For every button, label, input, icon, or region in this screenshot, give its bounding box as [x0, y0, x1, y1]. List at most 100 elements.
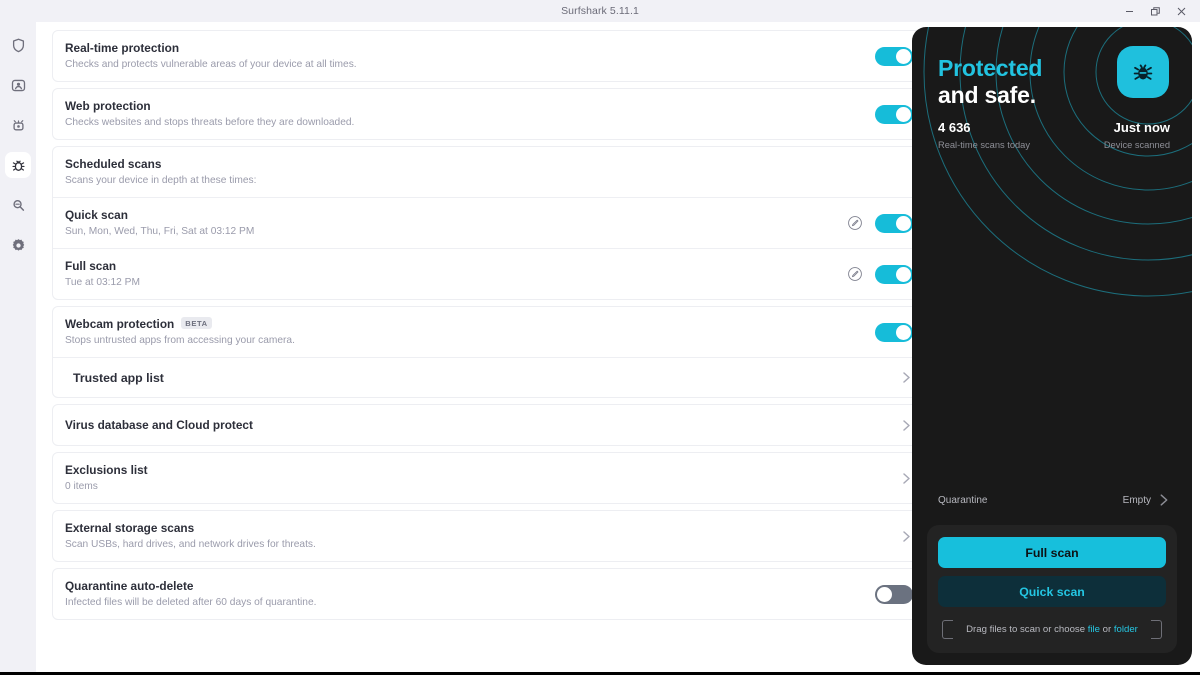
row-texts: Virus database and Cloud protect — [65, 417, 887, 433]
stat-realtime-scans: 4 636 Real-time scans today — [938, 119, 1030, 152]
card-web-protection: Web protection Checks websites and stops… — [52, 88, 932, 140]
minimize-button[interactable] — [1116, 0, 1142, 22]
chevron-right-icon — [899, 418, 913, 432]
dropzone-middle: or — [1099, 623, 1114, 635]
card-virus-database: Virus database and Cloud protect — [52, 404, 932, 446]
file-dropzone[interactable]: Drag files to scan or choose file or fol… — [938, 616, 1166, 642]
row-web-protection[interactable]: Web protection Checks websites and stops… — [53, 89, 931, 139]
sidebar-item-antivirus[interactable] — [5, 152, 31, 178]
row-texts: Quarantine auto-delete Infected files wi… — [65, 578, 863, 610]
quarantine-auto-subtitle: Infected files will be deleted after 60 … — [65, 597, 317, 608]
status-badge-beta: BETA — [181, 317, 212, 329]
quick-scan-button[interactable]: Quick scan — [938, 576, 1166, 607]
close-icon — [1177, 7, 1185, 15]
row-texts: Full scan Tue at 03:12 PM — [65, 258, 838, 290]
alert-icon — [12, 119, 24, 130]
row-quick-scan-schedule[interactable]: Quick scan Sun, Mon, Wed, Thu, Fri, Sat … — [53, 197, 931, 248]
stat-row: 4 636 Real-time scans today Just now Dev… — [938, 119, 1170, 152]
dropzone-bracket-right-icon — [1151, 620, 1162, 639]
magnifier-icon — [12, 199, 24, 211]
quarantine-auto-toggle[interactable] — [875, 584, 913, 604]
realtime-subtitle: Checks and protects vulnerable areas of … — [65, 59, 357, 70]
row-texts: Scheduled scans Scans your device in dep… — [65, 156, 913, 188]
row-exclusions-list[interactable]: Exclusions list 0 items — [53, 453, 931, 503]
chevron-right-icon — [1158, 493, 1170, 507]
webcam-title-wrap: Webcam protection BETA — [65, 316, 863, 332]
row-webcam-protection[interactable]: Webcam protection BETA Stops untrusted a… — [53, 307, 931, 357]
toggle-knob — [896, 266, 911, 282]
status-stats: 4 636 Real-time scans today Just now Dev… — [938, 119, 1170, 152]
sidebar-item-alert[interactable] — [5, 112, 31, 138]
row-texts: Web protection Checks websites and stops… — [65, 98, 863, 130]
realtime-toggle[interactable] — [875, 46, 913, 66]
person-card-icon — [11, 79, 25, 91]
sidebar-item-search[interactable] — [5, 192, 31, 218]
trusted-app-list-label: Trusted app list — [73, 370, 164, 385]
chevron-right-icon — [899, 371, 913, 385]
status-panel-content: Protected and safe. 4 636 Real-time scan… — [912, 27, 1192, 665]
full-scan-edit-button[interactable] — [846, 266, 863, 283]
row-texts: External storage scans Scan USBs, hard d… — [65, 520, 887, 552]
quick-scan-toggle[interactable] — [875, 213, 913, 233]
row-quarantine-auto-delete[interactable]: Quarantine auto-delete Infected files wi… — [53, 569, 931, 619]
row-texts: Real-time protection Checks and protects… — [65, 40, 863, 72]
toggle-knob — [896, 215, 911, 231]
external-storage-subtitle: Scan USBs, hard drives, and network driv… — [65, 539, 316, 550]
dropzone-bracket-left-icon — [942, 620, 953, 639]
web-title: Web protection — [65, 99, 151, 113]
status-headline-line2: and safe. — [938, 82, 1036, 108]
full-scan-toggle[interactable] — [875, 264, 913, 284]
restore-button[interactable] — [1142, 0, 1168, 22]
quick-scan-edit-button[interactable] — [846, 215, 863, 232]
quarantine-value: Empty — [1122, 494, 1151, 506]
sidebar-item-alternative-id[interactable] — [5, 72, 31, 98]
chevron-right-icon — [899, 529, 913, 543]
full-scan-button[interactable]: Full scan — [938, 537, 1166, 568]
row-texts: Quick scan Sun, Mon, Wed, Thu, Fri, Sat … — [65, 207, 838, 239]
full-scan-schedule: Tue at 03:12 PM — [65, 277, 140, 288]
webcam-title: Webcam protection — [65, 317, 175, 331]
toggle-knob — [877, 586, 892, 602]
card-scheduled-scans: Scheduled scans Scans your device in dep… — [52, 146, 932, 300]
quick-scan-schedule: Sun, Mon, Wed, Thu, Fri, Sat at 03:12 PM — [65, 226, 255, 237]
shield-icon — [12, 38, 24, 52]
title-bar: Surfshark 5.11.1 — [0, 0, 1200, 22]
scheduled-subtitle: Scans your device in depth at these time… — [65, 175, 257, 186]
row-texts: Exclusions list 0 items — [65, 462, 887, 494]
virus-database-title: Virus database and Cloud protect — [65, 418, 253, 432]
row-external-storage[interactable]: External storage scans Scan USBs, hard d… — [53, 511, 931, 561]
status-headline-line1: Protected — [938, 55, 1043, 81]
web-toggle[interactable] — [875, 104, 913, 124]
sidebar-item-vpn[interactable] — [5, 32, 31, 58]
close-button[interactable] — [1168, 0, 1194, 22]
settings-column: Real-time protection Checks and protects… — [52, 30, 932, 626]
web-subtitle: Checks websites and stops threats before… — [65, 117, 355, 128]
sidebar-item-settings[interactable] — [5, 232, 31, 258]
card-webcam-protection: Webcam protection BETA Stops untrusted a… — [52, 306, 932, 398]
quarantine-auto-title: Quarantine auto-delete — [65, 579, 194, 593]
app-window: Surfshark 5.11.1 Real-time protection Ch… — [0, 0, 1200, 675]
quarantine-link-row[interactable]: Quarantine Empty — [938, 493, 1170, 507]
gear-icon — [12, 238, 24, 251]
toggle-knob — [896, 106, 911, 122]
row-texts: Trusted app list — [65, 370, 887, 386]
row-scheduled-scans-header: Scheduled scans Scans your device in dep… — [53, 147, 931, 197]
dropzone-prefix: Drag files to scan or choose — [966, 623, 1088, 635]
bug-icon — [11, 160, 25, 171]
exclusions-title: Exclusions list — [65, 463, 148, 477]
webcam-toggle[interactable] — [875, 322, 913, 342]
row-full-scan-schedule[interactable]: Full scan Tue at 03:12 PM — [53, 248, 931, 299]
row-realtime-protection[interactable]: Real-time protection Checks and protects… — [53, 31, 931, 81]
scheduled-title: Scheduled scans — [65, 157, 162, 171]
toggle-knob — [896, 48, 911, 64]
restore-icon — [1150, 6, 1160, 15]
row-trusted-app-list[interactable]: Trusted app list — [53, 357, 931, 397]
dropzone-folder-link[interactable]: folder — [1114, 624, 1138, 635]
row-texts: Webcam protection BETA Stops untrusted a… — [65, 316, 863, 348]
row-virus-database[interactable]: Virus database and Cloud protect — [53, 405, 931, 445]
dropzone-file-link[interactable]: file — [1088, 624, 1100, 635]
exclusions-count: 0 items — [65, 481, 98, 492]
card-realtime-protection: Real-time protection Checks and protects… — [52, 30, 932, 82]
minimize-icon — [1125, 10, 1133, 12]
card-external-storage: External storage scans Scan USBs, hard d… — [52, 510, 932, 562]
